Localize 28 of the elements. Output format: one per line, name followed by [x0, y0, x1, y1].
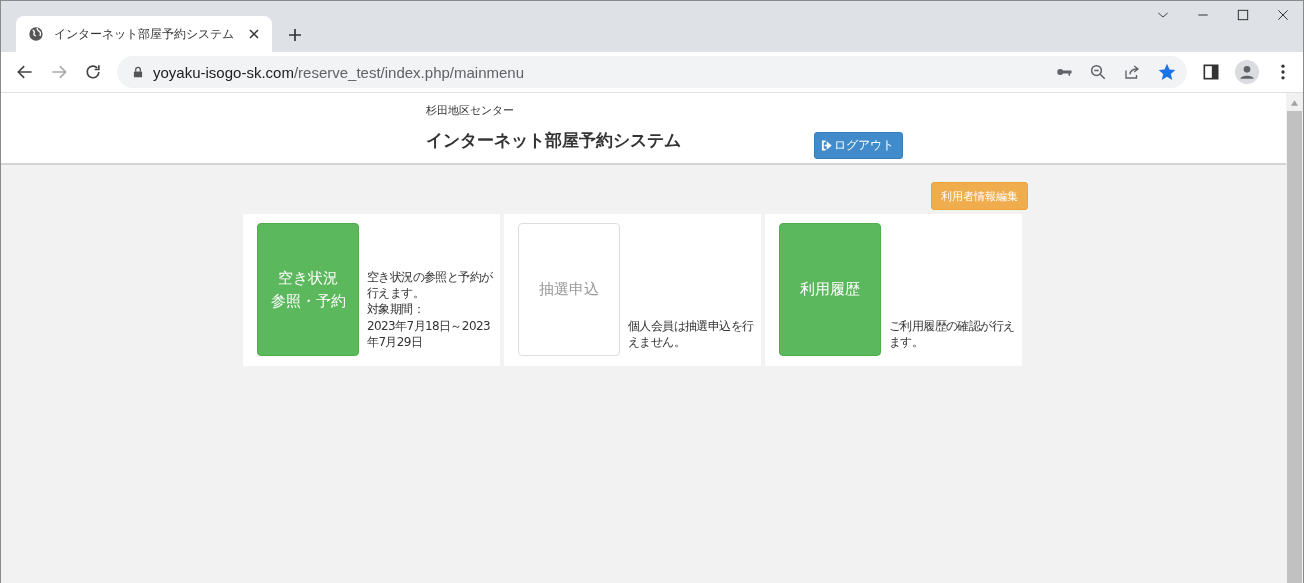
- menu-tile-button[interactable]: 空き状況 参照・予約: [257, 223, 359, 356]
- lock-icon: [131, 65, 145, 79]
- reload-icon[interactable]: [83, 62, 103, 82]
- share-icon[interactable]: [1123, 63, 1141, 81]
- tab-title: インターネット部屋予約システム: [54, 25, 235, 43]
- menu-description: 2023年7月18日～2023年7月29日: [367, 317, 491, 350]
- globe-icon: [28, 26, 44, 42]
- scrollbar[interactable]: [1286, 93, 1303, 583]
- zoom-out-icon[interactable]: [1089, 63, 1107, 81]
- menu-tile-button[interactable]: 利用履歴: [779, 223, 881, 356]
- center-name: 杉田地区センター: [426, 103, 515, 118]
- profile-avatar[interactable]: [1235, 60, 1259, 84]
- plus-icon[interactable]: [286, 26, 304, 44]
- address-bar[interactable]: yoyaku-isogo-sk.com/reserve_test/index.php/mainmenu: [117, 56, 1187, 88]
- system-title: インターネット部屋予約システム: [426, 129, 682, 152]
- close-icon[interactable]: [1275, 7, 1291, 23]
- menu-description: 対象期間：: [367, 301, 424, 318]
- profile-edit-button[interactable]: 利用者情報編集: [931, 182, 1028, 210]
- bookmark-star-icon[interactable]: [1157, 62, 1177, 82]
- logout-icon: [821, 140, 832, 151]
- url-text: yoyaku-isogo-sk.com/reserve_test/index.php/mainmenu: [153, 63, 526, 81]
- menu-description: 個人会員は抽選申込を行えません。: [628, 317, 755, 350]
- menu-description: 空き状況の参照と予約が行えます。: [367, 269, 494, 302]
- side-panel-icon[interactable]: [1201, 62, 1221, 82]
- browser-tab[interactable]: インターネット部屋予約システム: [16, 16, 272, 52]
- logout-button[interactable]: ログアウト: [814, 132, 903, 159]
- menu-description: ご利用履歴の確認が行えます。: [889, 317, 1016, 350]
- maximize-icon[interactable]: [1235, 7, 1251, 23]
